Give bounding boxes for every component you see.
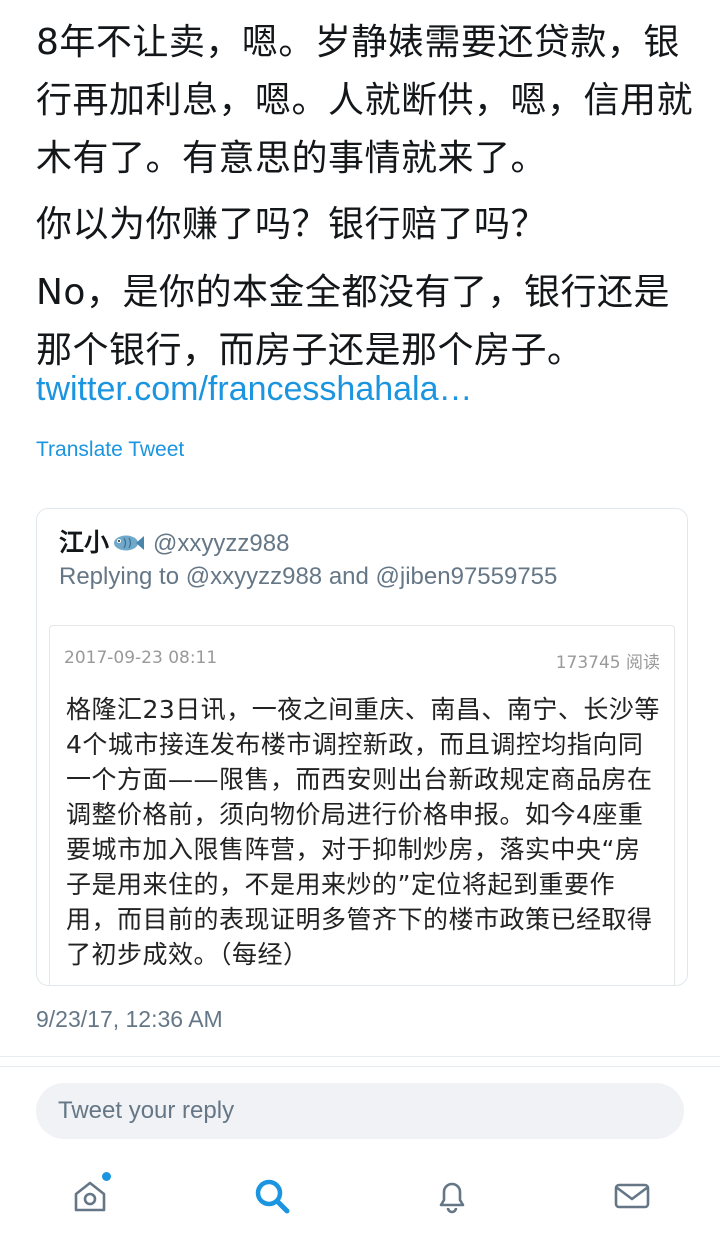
tweet-paragraph: 8年不让卖，嗯。岁静婊需要还贷款，银行再加利息，嗯。人就断供，嗯，信用就木有了。… xyxy=(36,22,694,179)
home-new-content-dot xyxy=(102,1172,111,1181)
quoted-tweet-handle[interactable]: @xxyyzz988 xyxy=(153,530,289,557)
article-read-count: 173745 阅读 xyxy=(555,653,660,673)
home-icon xyxy=(70,1176,110,1216)
article-date: 2017-09-23 08:11 xyxy=(64,648,218,668)
quoted-tweet-author-name: 江小 xyxy=(59,528,110,557)
tweet-link[interactable]: twitter.com/francesshahala… xyxy=(36,370,473,409)
search-icon xyxy=(252,1176,292,1216)
reply-bar xyxy=(0,1067,720,1157)
notifications-icon xyxy=(432,1176,472,1216)
article-body: 格隆汇23日讯，一夜之间重庆、南昌、南宁、长沙等4个城市接连发布楼市调控新政，而… xyxy=(66,695,660,969)
translate-tweet-button[interactable]: Translate Tweet xyxy=(36,438,184,462)
notifications-tab[interactable] xyxy=(428,1172,476,1220)
home-tab[interactable] xyxy=(66,1172,114,1220)
tweet-paragraph: No，是你的本金全都没有了，银行还是那个银行，而房子还是那个房子。 xyxy=(36,272,670,371)
quoted-tweet-header: 江小 @xxyyzz988 xyxy=(59,523,669,559)
replying-to-text: Replying to @xxyyzz988 and @jiben9755975… xyxy=(59,563,558,590)
reply-input[interactable] xyxy=(36,1083,684,1139)
tweet-paragraph: 你以为你赚了吗？银行赔了吗？ xyxy=(36,204,548,245)
bottom-tab-bar xyxy=(0,1160,720,1238)
messages-icon xyxy=(612,1176,652,1216)
messages-tab[interactable] xyxy=(608,1172,656,1220)
tweet-text: 8年不让卖，嗯。岁静婊需要还贷款，银行再加利息，嗯。人就断供，嗯，信用就木有了。… xyxy=(36,14,696,390)
search-tab[interactable] xyxy=(248,1172,296,1220)
tweet-timestamp: 9/23/17, 12:36 AM xyxy=(36,1006,223,1032)
divider xyxy=(0,1056,720,1057)
quoted-tweet-card[interactable]: 江小 @xxyyzz988 Replying to @xxyyzz988 and… xyxy=(36,508,688,986)
article-screenshot: 2017-09-23 08:11 173745 阅读 格隆汇23日讯，一夜之间重… xyxy=(49,625,675,985)
fish-icon xyxy=(111,533,145,553)
